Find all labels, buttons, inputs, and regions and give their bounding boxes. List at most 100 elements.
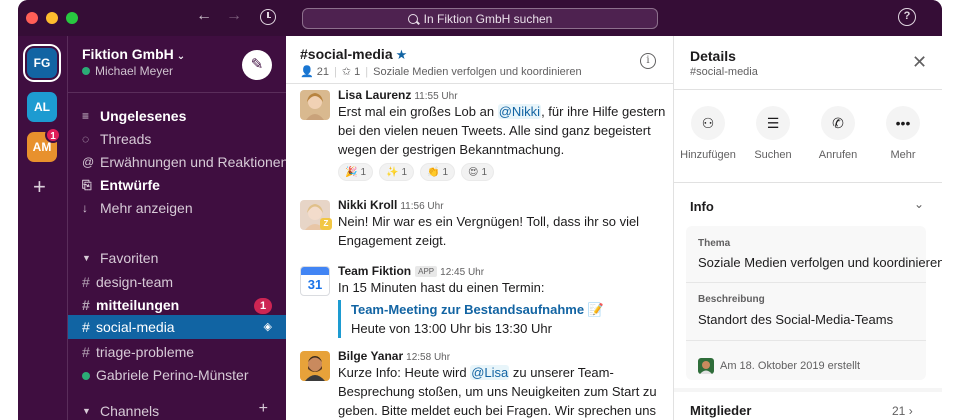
hash-icon: #: [82, 274, 90, 290]
more-label: Mehr: [890, 149, 916, 161]
arrow-left-icon[interactable]: ←: [196, 7, 212, 25]
members-icon[interactable]: 👤: [300, 66, 314, 78]
channel-design-team[interactable]: # design-team: [82, 271, 173, 293]
dm-gabriele[interactable]: Gabriele Perino-Münster: [82, 364, 249, 386]
hash-icon: #: [82, 319, 90, 335]
details-subtitle: #social-media: [690, 66, 758, 78]
workspace-fg[interactable]: FG: [27, 48, 57, 78]
add-channel-icon[interactable]: +: [259, 400, 268, 418]
event-title[interactable]: Team-Meeting zur Bestandsaufnahme 📝: [351, 300, 672, 319]
divider: [674, 182, 942, 183]
avatar[interactable]: [300, 90, 330, 120]
channel-topic[interactable]: Soziale Medien verfolgen und koordiniere…: [373, 66, 582, 78]
mention[interactable]: @Nikki: [497, 104, 542, 119]
close-window-button[interactable]: [26, 12, 38, 24]
arrow-down-icon: ↓: [82, 201, 88, 215]
app-window: ← → In Fiktion GmbH suchen ? FG AL AM 1 …: [18, 0, 942, 420]
workspace-name[interactable]: Fiktion GmbH ⌄: [82, 46, 185, 62]
search-button[interactable]: ☰ Suchen: [741, 106, 805, 161]
chevron-down-icon: ⌄: [176, 51, 186, 62]
calendar-icon[interactable]: 31: [300, 266, 330, 296]
sidebar-item-more[interactable]: ↓ Mehr anzeigen: [82, 197, 193, 219]
headphones-icon[interactable]: ◈: [264, 320, 272, 333]
clock-icon[interactable]: [260, 9, 276, 25]
channel-mitteilungen[interactable]: # mitteilungen: [82, 294, 179, 316]
message-author[interactable]: Bilge Yanar: [338, 349, 403, 363]
members-count[interactable]: 21 ›: [892, 404, 913, 418]
description-label: Beschreibung: [698, 294, 765, 305]
message-author[interactable]: Lisa Laurenz: [338, 88, 411, 102]
info-section-title[interactable]: Info: [690, 199, 714, 214]
avatar[interactable]: [300, 351, 330, 381]
unread-icon: ≡: [82, 109, 90, 123]
message-time[interactable]: 11:55 Uhr: [414, 91, 457, 102]
message-time[interactable]: 12:45 Uhr: [440, 267, 484, 278]
sidebar-item-mentions[interactable]: @ Erwähnungen und Reaktionen: [82, 151, 288, 173]
unread-badge: 1: [254, 298, 272, 314]
channel-social-media[interactable]: # social-media ◈: [68, 315, 286, 339]
details-title: Details: [690, 48, 736, 64]
channel-social-media-label: # social-media: [82, 319, 175, 335]
message-author[interactable]: Nikki Kroll: [338, 198, 397, 212]
created-info: Am 18. Oktober 2019 erstellt: [698, 358, 860, 374]
at-icon: @: [82, 155, 95, 169]
message-time[interactable]: 11:56 Uhr: [400, 201, 443, 212]
channel-meta: 👤 21 | ✩ 1 | Soziale Medien verfolgen und ko…: [300, 66, 582, 78]
topic-label: Thema: [698, 238, 731, 249]
sidebar: Fiktion GmbH ⌄ Michael Meyer ✎ ≡ Ungelesen…: [68, 36, 288, 420]
description-value[interactable]: Standort des Social-Media-Teams: [698, 312, 893, 327]
arrow-right-icon[interactable]: →: [226, 7, 242, 25]
details-header: Details #social-media ✕: [674, 36, 942, 90]
channel-triage-probleme[interactable]: # triage-probleme: [82, 341, 194, 363]
presence-dot: [82, 367, 96, 383]
close-icon[interactable]: ✕: [912, 52, 927, 73]
topic-value[interactable]: Soziale Medien verfolgen und koordiniere…: [698, 255, 942, 270]
message-text: Nein! Mir war es ein Vergnügen! Toll, da…: [338, 214, 640, 248]
event-attachment: Team-Meeting zur Bestandsaufnahme 📝 Heut…: [338, 300, 672, 338]
message-author[interactable]: Team Fiktion: [338, 264, 411, 278]
message-text: In 15 Minuten hast du einen Termin:: [338, 280, 545, 295]
title-bar: ← → In Fiktion GmbH suchen ?: [18, 0, 942, 36]
question-icon[interactable]: ?: [898, 8, 916, 26]
channel-name[interactable]: #social-media ★: [300, 46, 407, 63]
maximize-window-button[interactable]: [66, 12, 78, 24]
pin-icon[interactable]: ✩: [342, 66, 351, 78]
minimize-window-button[interactable]: [46, 12, 58, 24]
members-section-title[interactable]: Mitglieder: [690, 403, 751, 418]
sidebar-item-drafts[interactable]: ⎘ Entwürfe: [82, 174, 160, 196]
section-favorites[interactable]: ▼ Favoriten: [82, 247, 158, 269]
message-time[interactable]: 12:58 Uhr: [406, 352, 450, 363]
more-button[interactable]: ••• Mehr: [871, 106, 935, 161]
workspace-badge: 1: [45, 127, 61, 143]
compose-icon[interactable]: ✎: [242, 50, 272, 80]
message-text: Kurze Info: Heute wird @Lisa zu unserer …: [338, 365, 657, 418]
reaction[interactable]: ✨ 1: [379, 163, 415, 181]
add-button[interactable]: ⚇ Hinzufügen: [676, 106, 740, 161]
section-channels[interactable]: ▼ Channels: [82, 400, 159, 420]
current-user[interactable]: Michael Meyer: [82, 64, 173, 78]
creator-avatar: [698, 358, 714, 374]
sidebar-item-threads[interactable]: ◌ Threads: [82, 128, 151, 150]
channel-header: #social-media ★ 👤 21 | ✩ 1 | Soziale Medien v…: [286, 36, 674, 84]
chevron-down-icon[interactable]: ⌄: [914, 197, 924, 211]
add-workspace-icon[interactable]: +: [33, 176, 46, 198]
call-button[interactable]: ✆ Anrufen: [806, 106, 870, 161]
search-icon: [407, 13, 418, 24]
reaction[interactable]: 😍 1: [461, 163, 495, 181]
sidebar-item-unread[interactable]: ≡ Ungelesenes: [82, 105, 186, 127]
workspace-al[interactable]: AL: [27, 92, 57, 122]
star-icon[interactable]: ★: [396, 47, 408, 62]
member-count[interactable]: 21: [317, 66, 329, 78]
message-text: Erst mal ein großes Lob an @Nikki, für i…: [338, 104, 666, 157]
search-bar[interactable]: In Fiktion GmbH suchen: [302, 8, 658, 29]
call-label: Anrufen: [818, 149, 858, 161]
sidebar-divider: [68, 92, 286, 93]
presence-dot: [82, 67, 90, 75]
mention[interactable]: @Lisa: [470, 365, 510, 380]
reaction[interactable]: 👏 1: [420, 163, 456, 181]
info-icon[interactable]: i: [640, 53, 656, 69]
divider: [686, 282, 926, 283]
pin-count[interactable]: 1: [354, 66, 360, 78]
hash-icon: #: [82, 297, 90, 313]
reaction[interactable]: 🎉 1: [338, 163, 374, 181]
